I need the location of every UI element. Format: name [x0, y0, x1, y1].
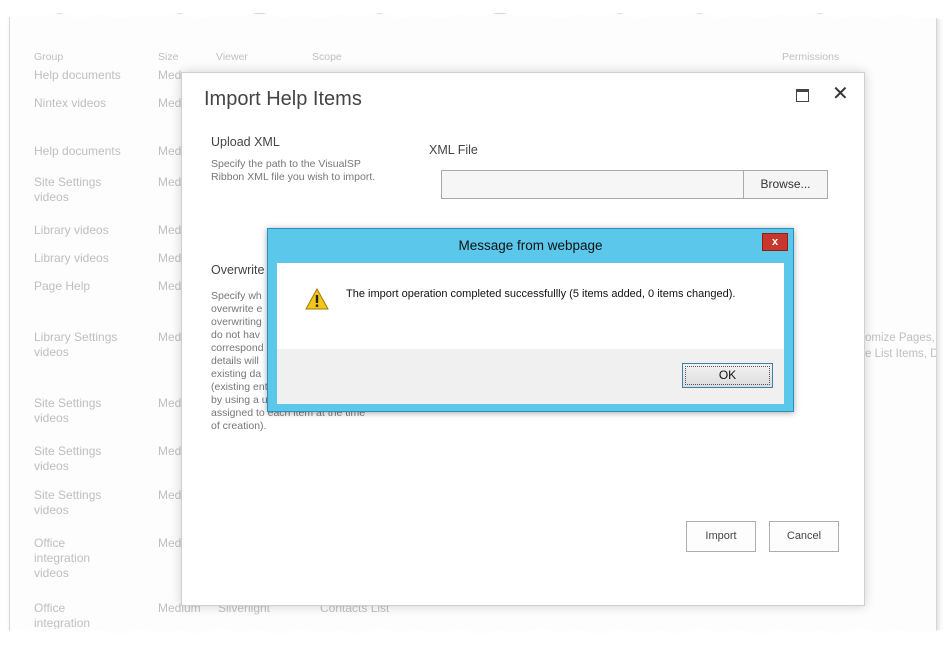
upload-xml-title: Upload XML: [211, 135, 280, 149]
message-box: Message from webpage x The import operat…: [267, 228, 794, 412]
message-title: Message from webpage: [458, 238, 603, 253]
xml-file-input[interactable]: [441, 170, 744, 199]
overwrite-title: Overwrite: [211, 263, 265, 277]
warning-icon: [305, 288, 329, 310]
message-body: The import operation completed successfu…: [277, 263, 784, 404]
import-button[interactable]: Import: [686, 521, 756, 552]
close-icon[interactable]: ✕: [832, 81, 849, 106]
torn-edge-bottom: [0, 628, 946, 651]
message-text: The import operation completed successfu…: [346, 288, 736, 300]
browse-button[interactable]: Browse...: [744, 170, 828, 199]
message-close-button[interactable]: x: [762, 233, 788, 251]
overwrite-desc-line: of creation).: [211, 420, 267, 432]
xml-file-label: XML File: [429, 143, 478, 157]
torn-edge-top: [0, 0, 946, 20]
cancel-button[interactable]: Cancel: [769, 521, 839, 552]
maximize-icon[interactable]: [796, 89, 809, 102]
upload-xml-description: Specify the path to the VisualSP Ribbon …: [211, 158, 376, 183]
dialog-title: Import Help Items: [204, 88, 362, 110]
ok-button[interactable]: OK: [682, 363, 773, 388]
